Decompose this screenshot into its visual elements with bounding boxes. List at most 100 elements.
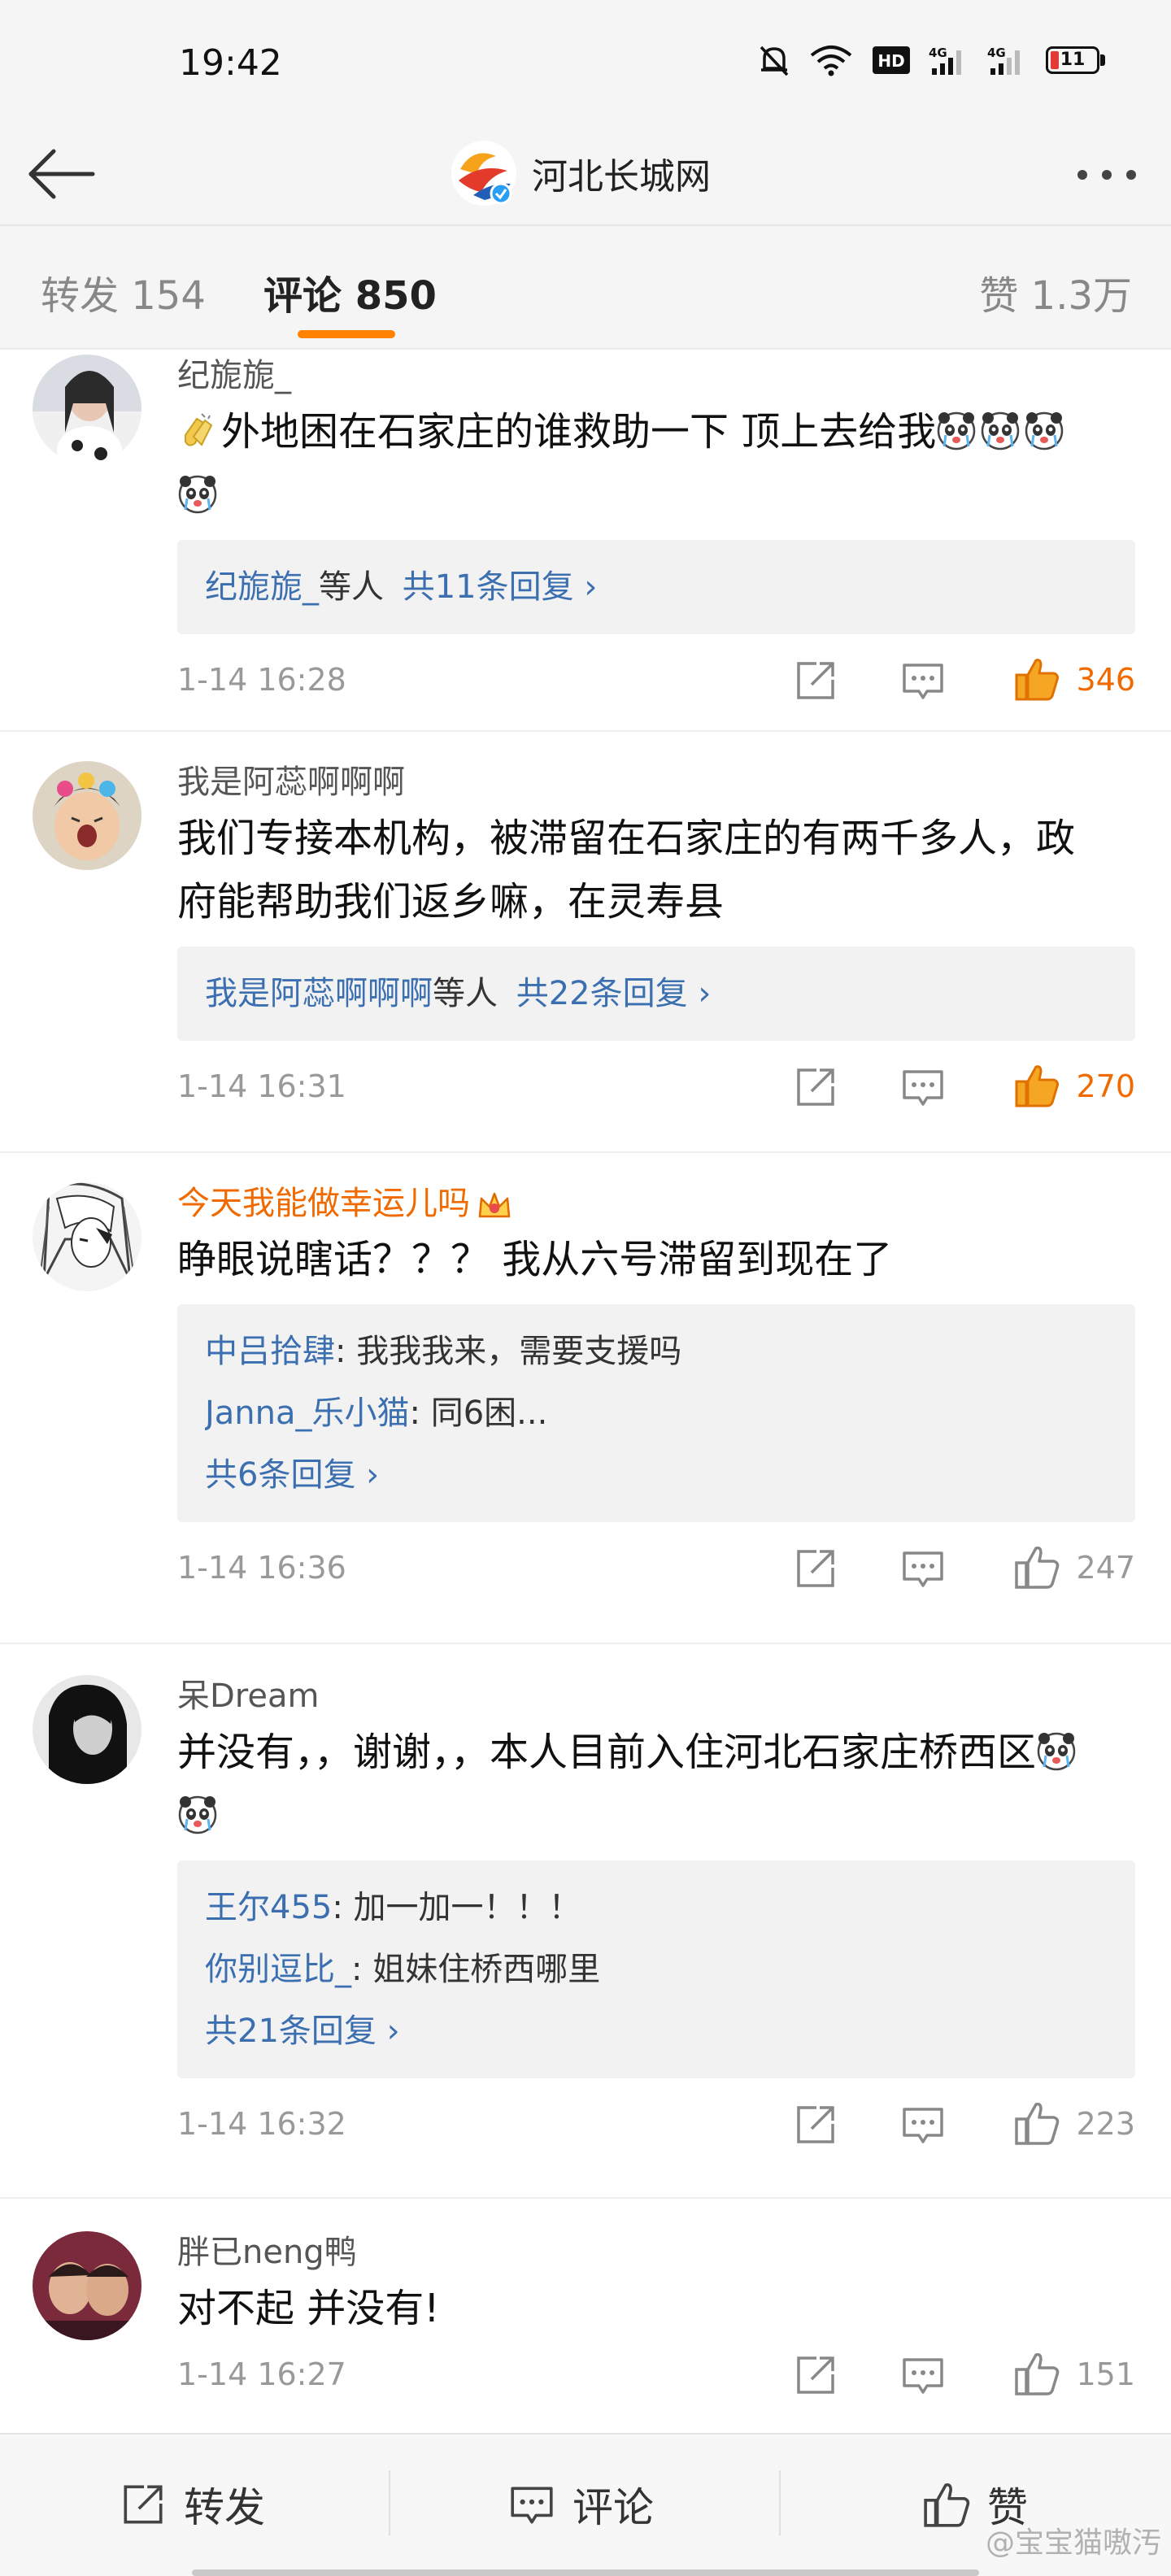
avatar[interactable]: [33, 761, 141, 870]
watermark: @宝宝猫嗷汚: [985, 2526, 1161, 2560]
reply-summary[interactable]: 我是阿蕊啊啊啊等人 共22条回复 ›: [177, 946, 1135, 1041]
avatar[interactable]: [33, 1675, 141, 1784]
commenter-name[interactable]: 胖已neng鸭: [177, 2228, 1135, 2277]
commenter-name[interactable]: 我是阿蕊啊啊啊: [177, 758, 1135, 807]
svg-text:4G: 4G: [987, 46, 1006, 60]
reply-line: 中吕拾肆: 我我我来，需要支援吗: [205, 1321, 1108, 1382]
thumbs-up-icon[interactable]: [1013, 655, 1060, 703]
reply-count-link[interactable]: 共11条回复 ›: [403, 568, 598, 606]
comment-icon[interactable]: [899, 1064, 947, 1111]
reply-summary[interactable]: 纪旎旎_等人 共11条回复 ›: [177, 540, 1135, 634]
comment-icon: [511, 2487, 553, 2524]
comment-footer: 1-14 16:28 346: [177, 634, 1135, 733]
wifi-icon: [810, 46, 852, 76]
more-options-icon[interactable]: [1070, 154, 1143, 195]
comment-time: 1-14 16:28: [177, 662, 346, 698]
reply-user-link[interactable]: 你别逗比_: [205, 1951, 351, 1988]
avatar[interactable]: [33, 2231, 141, 2340]
reply-user-link[interactable]: 我是阿蕊啊啊啊: [205, 975, 433, 1012]
like-count: 151: [1076, 2356, 1135, 2392]
thumbs-up-icon[interactable]: [1013, 1062, 1060, 1109]
comment-icon[interactable]: [899, 2352, 947, 2399]
account-header[interactable]: 河北长城网: [449, 138, 711, 208]
comment-icon[interactable]: [899, 1545, 947, 1592]
commenter-name-text: 今天我能做幸运儿吗: [177, 1185, 470, 1222]
reply-line: 你别逗比_: 姐妹住桥西哪里: [205, 1939, 1108, 2000]
reply-user-link[interactable]: Janna_乐小猫: [205, 1395, 410, 1432]
comment-text: 对不起 并没有!: [177, 2286, 440, 2331]
reply-summary-suffix: 等人: [433, 975, 498, 1012]
reply-user-link[interactable]: 中吕拾肆: [205, 1333, 335, 1370]
share-icon[interactable]: [792, 657, 839, 704]
thumbs-up-icon[interactable]: [1013, 1543, 1060, 1590]
tab-likes[interactable]: 赞 1.3万: [979, 263, 1132, 320]
reply-preview[interactable]: 王尔455: 加一加一！！！ 你别逗比_: 姐妹住桥西哪里 共21条回复 ›: [177, 1860, 1135, 2078]
tab-reposts[interactable]: 转发 154: [41, 263, 206, 320]
comment-text-content: 外地困在石家庄的谁救助一下 顶上去给我: [221, 409, 937, 455]
crying-panda-emoji-icon: [938, 411, 976, 450]
clapping-emoji-icon: [185, 413, 213, 446]
crying-panda-emoji-icon: [178, 1795, 217, 1834]
comment-icon[interactable]: [899, 657, 947, 704]
share-icon[interactable]: [792, 2101, 839, 2148]
avatar[interactable]: [33, 355, 141, 463]
share-icon[interactable]: [792, 2352, 839, 2399]
comment-time: 1-14 16:27: [177, 2356, 346, 2392]
thumbs-up-icon[interactable]: [1013, 2350, 1060, 2397]
comment-time: 1-14 16:36: [177, 1550, 346, 1586]
comment-text-content: 并没有，，谢谢，，本人目前入住河北石家庄桥西区: [177, 1730, 1037, 1775]
reply-text: : 姐妹住桥西哪里: [351, 1951, 601, 1988]
comment-footer: 1-14 16:32 223: [177, 2078, 1135, 2178]
thumbs-up-icon: [924, 2483, 970, 2527]
avatar[interactable]: [33, 1182, 141, 1291]
comment-text: 睁眼说瞎话？？？ 我从六号滞留到现在了: [177, 1237, 893, 1282]
comment-item: 我是阿蕊啊啊啊 我们专接本机构，被滞留在石家庄的有两千多人，政府能帮助我们返乡嘛…: [0, 732, 1171, 1153]
battery-level: 11: [1060, 50, 1086, 70]
home-indicator[interactable]: [192, 2569, 979, 2576]
comment-list: 纪旎旎_ 外地困在石家庄的谁救助一下 顶上去给我 纪旎旎_等人 共11条回复 ›…: [0, 350, 1171, 2428]
like-count: 247: [1076, 1550, 1135, 1586]
commenter-name[interactable]: 纪旎旎_: [177, 351, 1135, 400]
reply-count-link[interactable]: 共22条回复 ›: [516, 975, 712, 1012]
crying-panda-emoji-icon: [1025, 411, 1064, 450]
reply-preview[interactable]: 中吕拾肆: 我我我来，需要支援吗 Janna_乐小猫: 同6困... 共6条回复…: [177, 1304, 1135, 1522]
repost-label: 转发: [184, 2484, 265, 2531]
reply-count-link[interactable]: 共21条回复 ›: [205, 2000, 1108, 2062]
signal-4g-icon: 4G: [929, 46, 961, 75]
like-count: 223: [1076, 2106, 1135, 2142]
reply-line: Janna_乐小猫: 同6困...: [205, 1382, 1108, 1444]
comment-button[interactable]: 评论: [507, 2475, 654, 2534]
comment-icon[interactable]: [899, 2101, 947, 2148]
like-count: 346: [1076, 662, 1135, 698]
account-title: 河北长城网: [532, 156, 711, 198]
reply-user-link[interactable]: 纪旎旎_: [205, 568, 319, 606]
share-icon: [124, 2485, 163, 2524]
commenter-name[interactable]: 呆Dream: [177, 1672, 1135, 1721]
account-logo-icon: [449, 138, 519, 208]
reply-count-link[interactable]: 共6条回复 ›: [205, 1444, 1108, 1506]
reply-line: 王尔455: 加一加一！！！: [205, 1877, 1108, 1939]
crying-panda-emoji-icon: [1037, 1732, 1076, 1771]
share-icon[interactable]: [792, 1545, 839, 1592]
status-icons: HD 4G 4G 11: [758, 42, 1106, 78]
like-count: 270: [1076, 1068, 1135, 1104]
share-icon[interactable]: [792, 1064, 839, 1111]
repost-button[interactable]: 转发: [119, 2475, 265, 2534]
divider: [779, 2470, 781, 2535]
comment-footer: 1-14 16:36 247: [177, 1522, 1135, 1621]
reply-text: : 加一加一！！！: [332, 1889, 581, 1926]
vip-crown-icon: [478, 1192, 511, 1218]
comment-item: 纪旎旎_ 外地困在石家庄的谁救助一下 顶上去给我 纪旎旎_等人 共11条回复 ›…: [0, 350, 1171, 732]
reply-user-link[interactable]: 王尔455: [205, 1889, 332, 1926]
commenter-name[interactable]: 今天我能做幸运儿吗: [177, 1179, 1135, 1228]
comment-time: 1-14 16:31: [177, 1068, 346, 1104]
back-arrow-icon[interactable]: [24, 140, 98, 208]
crying-panda-emoji-icon: [982, 411, 1020, 450]
status-time: 19:42: [179, 42, 282, 84]
thumbs-up-icon[interactable]: [1013, 2100, 1060, 2147]
tab-comments[interactable]: 评论 850: [263, 263, 437, 320]
svg-text:4G: 4G: [929, 46, 947, 60]
comment-text: 外地困在石家庄的谁救助一下 顶上去给我: [177, 400, 1135, 527]
comment-item: 胖已neng鸭 对不起 并没有! 1-14 16:27 151: [0, 2199, 1171, 2428]
comment-footer: 1-14 16:31 270: [177, 1041, 1135, 1140]
